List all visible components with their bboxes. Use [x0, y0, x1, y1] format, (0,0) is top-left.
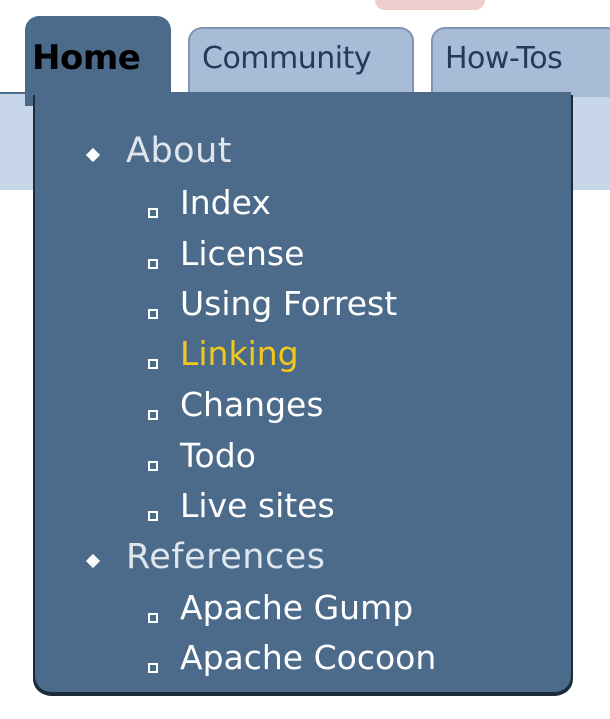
square-bullet-icon	[148, 461, 158, 471]
menu-item-label: Linking	[180, 334, 299, 373]
square-bullet-icon	[148, 410, 158, 420]
header-decoration	[375, 0, 485, 10]
square-bullet-icon	[148, 511, 158, 521]
square-bullet-icon	[148, 208, 158, 218]
menu-item-label: Changes	[180, 385, 324, 424]
tab-home[interactable]: Home	[32, 38, 141, 78]
menu-item-label: Todo	[180, 436, 256, 475]
menu-item-label: Using Forrest	[180, 284, 398, 323]
menu-item-label: Apache Cocoon	[180, 638, 437, 677]
square-bullet-icon	[148, 613, 158, 623]
tab-community-label: Community	[202, 41, 372, 76]
menu-item-label: Live sites	[180, 486, 335, 525]
square-bullet-icon	[148, 663, 158, 673]
page: Home Community How-Tos About Index Licen…	[0, 0, 610, 719]
menu-item-label: Apache Gump	[180, 588, 414, 627]
menu-item-label: License	[180, 234, 305, 273]
square-bullet-icon	[148, 309, 158, 319]
menu-group-label: About	[126, 131, 232, 171]
tab-howtos-label: How-Tos	[445, 41, 563, 76]
tab-community[interactable]: Community	[188, 27, 414, 97]
square-bullet-icon	[148, 359, 158, 369]
tab-howtos[interactable]: How-Tos	[431, 27, 610, 97]
menu-item-label: Index	[180, 183, 271, 222]
square-bullet-icon	[148, 259, 158, 269]
menu-group-label: References	[126, 537, 326, 577]
